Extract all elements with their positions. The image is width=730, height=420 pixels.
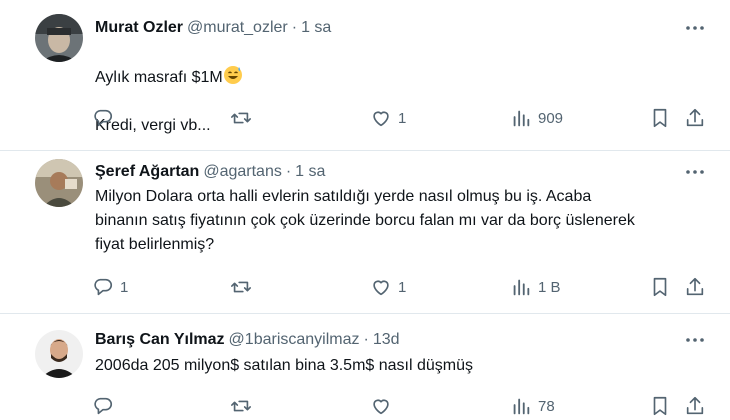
like-icon bbox=[373, 399, 389, 415]
reply-button[interactable] bbox=[92, 106, 120, 130]
views-button[interactable]: 78 bbox=[510, 394, 555, 418]
separator-dot: · bbox=[291, 19, 298, 36]
share-button[interactable] bbox=[684, 394, 706, 418]
share-button[interactable] bbox=[684, 275, 706, 299]
retweet-icon bbox=[231, 112, 251, 124]
tweet-header: Murat Ozler @murat_ozler · 1 sa bbox=[95, 18, 331, 38]
author-name[interactable]: Şeref Ağartan bbox=[95, 163, 199, 180]
grinning-sweat-emoji-icon bbox=[223, 66, 242, 84]
bookmark-icon bbox=[653, 396, 667, 416]
avatar-seref-agartan[interactable] bbox=[35, 159, 83, 207]
avatar-baris-can-yilmaz[interactable] bbox=[35, 330, 83, 378]
retweet-button[interactable] bbox=[230, 106, 258, 130]
bookmark-icon bbox=[653, 277, 667, 297]
like-button[interactable]: 1 bbox=[370, 275, 406, 299]
view-count: 909 bbox=[538, 109, 564, 127]
author-handle[interactable]: @1bariscanyilmaz bbox=[229, 331, 360, 348]
bookmark-button[interactable] bbox=[649, 106, 671, 130]
retweet-icon bbox=[231, 281, 251, 293]
separator-dot: · bbox=[363, 331, 369, 348]
retweet-icon bbox=[231, 400, 251, 412]
share-button[interactable] bbox=[684, 106, 706, 130]
action-bar: 1 909 bbox=[92, 106, 712, 130]
author-name[interactable]: Barış Can Yılmaz bbox=[95, 331, 225, 348]
retweet-button[interactable] bbox=[230, 275, 258, 299]
share-icon bbox=[686, 396, 704, 415]
share-icon bbox=[686, 108, 704, 127]
author-name[interactable]: Murat Ozler bbox=[95, 19, 183, 36]
like-button[interactable] bbox=[370, 394, 398, 418]
timestamp[interactable]: 1 sa bbox=[301, 19, 331, 36]
author-handle[interactable]: @agartans bbox=[203, 163, 282, 180]
like-icon bbox=[373, 280, 389, 296]
reply-icon bbox=[94, 109, 112, 127]
share-icon bbox=[686, 277, 704, 296]
tweet-text: Milyon Dolara orta halli evlerin satıldı… bbox=[95, 188, 635, 253]
view-count: 78 bbox=[538, 397, 555, 415]
reply-button[interactable]: 1 bbox=[92, 275, 128, 299]
reply-icon bbox=[94, 278, 112, 296]
tweet-murat-ozler[interactable]: Murat Ozler @murat_ozler · 1 sa Aylık masra… bbox=[0, 0, 730, 150]
reply-button[interactable] bbox=[92, 394, 120, 418]
tweet-text: 2006da 205 milyon$ satılan bina 3.5m$ na… bbox=[95, 357, 474, 374]
bookmark-icon bbox=[653, 108, 667, 128]
bookmark-button[interactable] bbox=[649, 275, 671, 299]
views-icon bbox=[513, 279, 530, 296]
views-button[interactable]: 1 B bbox=[510, 275, 561, 299]
views-icon bbox=[513, 110, 530, 127]
action-bar: 78 bbox=[92, 394, 712, 418]
retweet-button[interactable] bbox=[230, 394, 258, 418]
reply-count: 1 bbox=[120, 278, 129, 296]
like-count: 1 bbox=[398, 278, 407, 296]
tweet-header: Barış Can Yılmaz @1bariscanyilmaz · 13d bbox=[95, 330, 400, 350]
reply-icon bbox=[94, 397, 112, 415]
like-button[interactable]: 1 bbox=[370, 106, 406, 130]
like-count: 1 bbox=[398, 109, 407, 127]
more-icon[interactable] bbox=[683, 162, 707, 182]
timestamp[interactable]: 1 sa bbox=[295, 163, 325, 180]
views-button[interactable]: 909 bbox=[510, 106, 563, 130]
views-icon bbox=[513, 398, 530, 415]
timestamp[interactable]: 13d bbox=[373, 331, 400, 348]
view-count: 1 B bbox=[538, 278, 561, 296]
avatar-murat-ozler[interactable] bbox=[35, 14, 83, 62]
tweet-seref-agartan[interactable]: Şeref Ağartan @agartans · 1 sa Milyon Dolar… bbox=[0, 151, 730, 311]
tweet-header: Şeref Ağartan @agartans · 1 sa bbox=[95, 162, 325, 182]
tweet-baris-can-yilmaz[interactable]: Barış Can Yılmaz @1bariscanyilmaz · 13d 200… bbox=[0, 314, 730, 420]
bookmark-button[interactable] bbox=[649, 394, 671, 418]
more-icon[interactable] bbox=[683, 18, 707, 38]
more-icon[interactable] bbox=[683, 330, 707, 350]
like-icon bbox=[373, 111, 389, 127]
author-handle[interactable]: @murat_ozler bbox=[187, 19, 288, 36]
tweet-text-line: Aylık masrafı $1M bbox=[95, 69, 223, 86]
action-bar: 1 1 1 B bbox=[92, 275, 712, 299]
separator-dot: · bbox=[285, 163, 292, 180]
